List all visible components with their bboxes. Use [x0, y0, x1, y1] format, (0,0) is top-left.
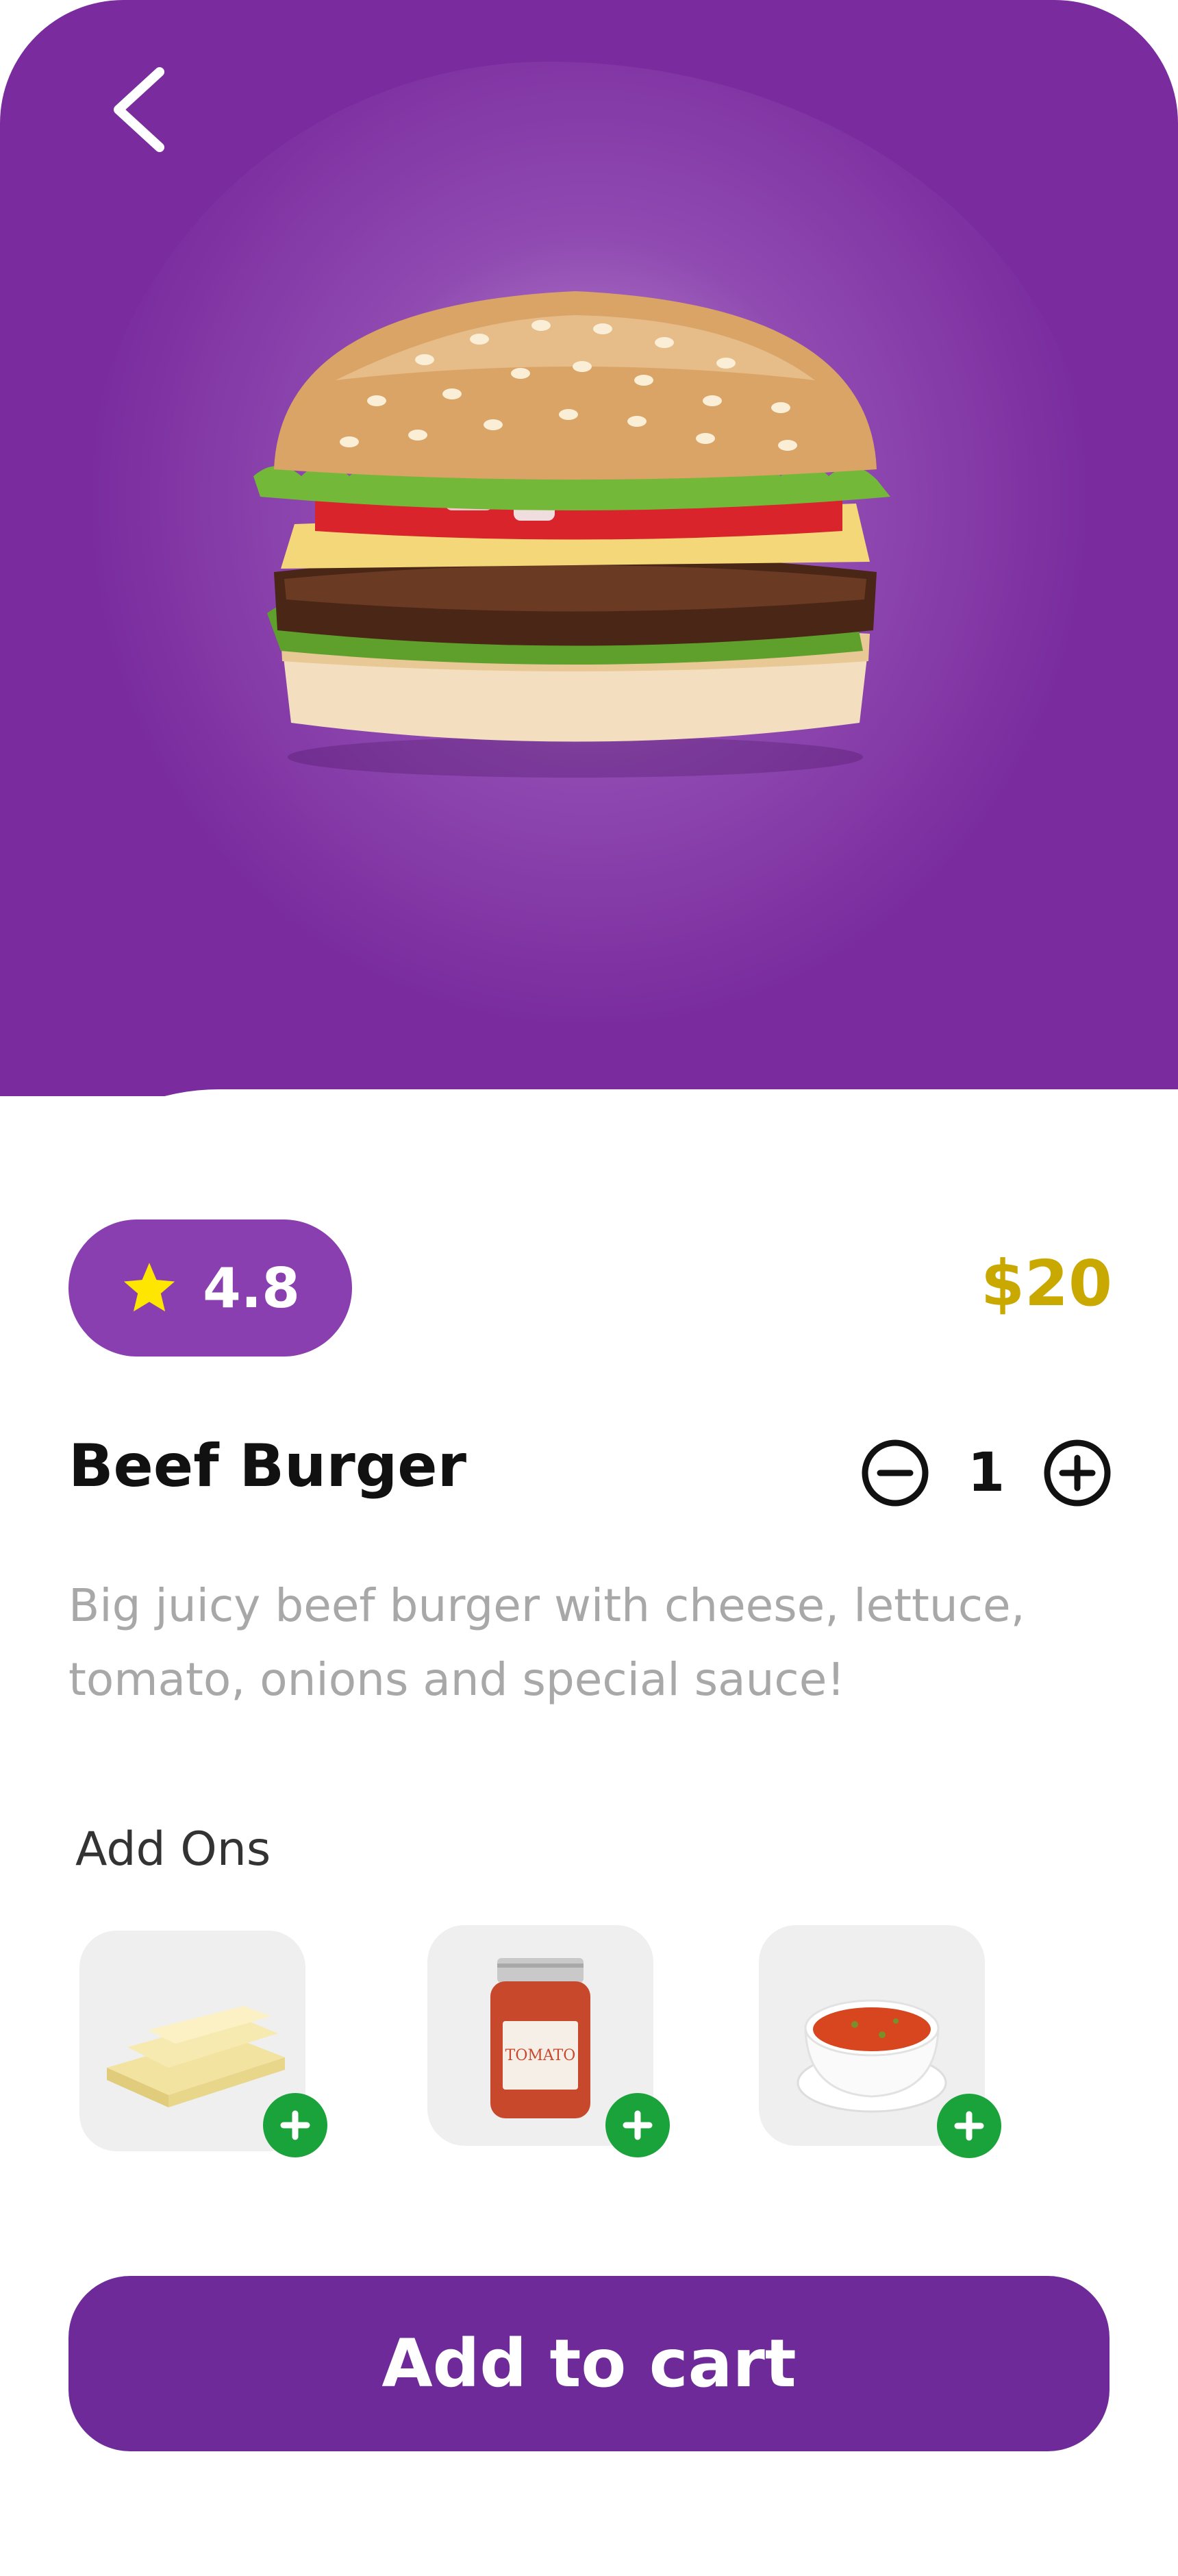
add-cheese-button[interactable] [263, 2093, 327, 2157]
add-soup-button[interactable] [937, 2094, 1001, 2158]
jar-label: TOMATO [505, 2047, 576, 2064]
add-tomato-sauce-button[interactable] [605, 2093, 670, 2157]
minus-circle-icon[interactable] [860, 1437, 931, 1509]
price-label: $20 [980, 1247, 1112, 1320]
hero-banner [0, 0, 1178, 1096]
quantity-value: 1 [967, 1442, 1005, 1504]
rating-badge: 4.8 [68, 1219, 352, 1357]
plus-icon [954, 2111, 984, 2141]
plus-icon [280, 2110, 310, 2140]
rating-value: 4.8 [203, 1256, 300, 1320]
product-description: Big juicy beef burger with cheese, lettu… [68, 1579, 1025, 1706]
burger-image [253, 291, 890, 778]
add-to-cart-label: Add to cart [381, 2325, 797, 2402]
quantity-stepper: 1 [860, 1435, 1113, 1511]
plus-circle-icon[interactable] [1042, 1437, 1113, 1509]
product-title: Beef Burger [68, 1432, 467, 1500]
addons-heading: Add Ons [75, 1822, 271, 1877]
chevron-left-icon [114, 67, 164, 152]
back-button[interactable] [96, 62, 178, 158]
add-to-cart-button[interactable]: Add to cart [68, 2276, 1110, 2451]
plus-icon [623, 2110, 653, 2140]
star-icon [124, 1263, 175, 1312]
